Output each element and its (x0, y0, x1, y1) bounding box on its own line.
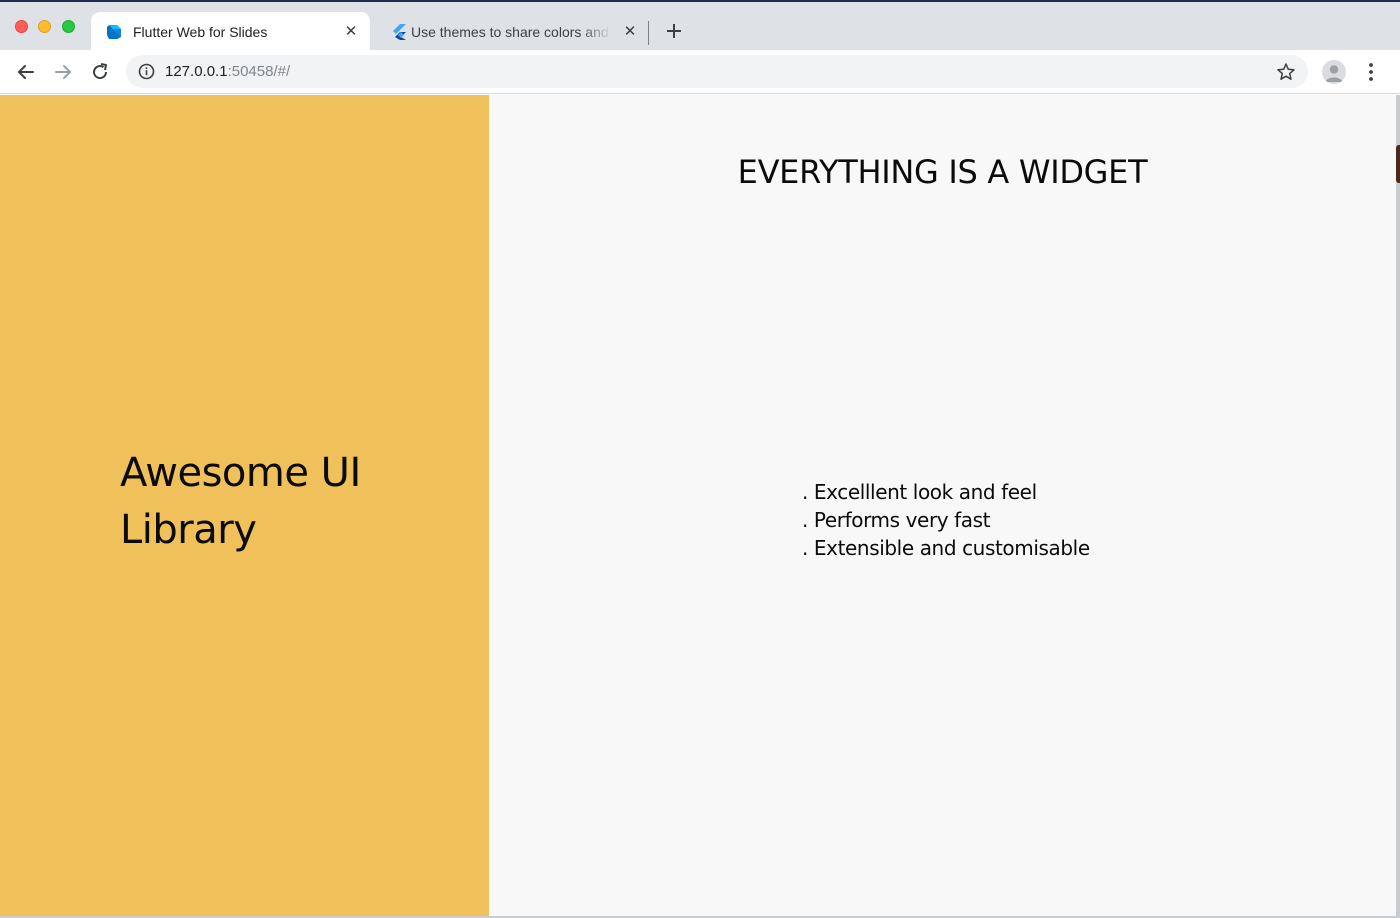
address-bar[interactable]: 127.0.0.1:50458/#/ (126, 55, 1308, 88)
dart-icon (107, 25, 121, 39)
tab-use-themes[interactable]: Use themes to share colors and font styl… (376, 12, 646, 52)
background-window-peek (1396, 145, 1400, 183)
profile-avatar-icon[interactable] (1322, 60, 1346, 84)
window-right-edge (1396, 95, 1400, 918)
bullet-item: . Performs very fast (802, 508, 991, 532)
tab-title: Use themes to share colors and font styl… (411, 24, 611, 40)
close-tab-icon[interactable]: ✕ (622, 24, 638, 40)
slide-left-title: Awesome UI Library (120, 450, 361, 553)
url-text: 127.0.0.1:50458/#/ (165, 63, 290, 80)
close-tab-icon[interactable]: ✕ (343, 24, 359, 40)
bullet-list: . Excelllent look and feel . Performs ve… (802, 478, 1090, 562)
bullet-item: . Extensible and customisable (802, 536, 1090, 560)
flutter-icon (393, 24, 406, 40)
tab-separator (648, 21, 649, 45)
close-window-button[interactable] (15, 20, 28, 33)
slide-heading: EVERYTHING IS A WIDGET (737, 153, 1148, 191)
url-host: 127.0.0.1 (165, 63, 228, 80)
bookmark-star-icon[interactable] (1276, 62, 1296, 82)
back-arrow-icon[interactable] (14, 60, 38, 84)
page-viewport: Awesome UI Library EVERYTHING IS A WIDGE… (0, 95, 1396, 916)
maximize-window-button[interactable] (62, 20, 75, 33)
tab-strip: Flutter Web for Slides ✕ Use themes to s… (0, 0, 1400, 52)
bullet-item: . Excelllent look and feel (802, 480, 1037, 504)
tab-flutter-web-for-slides[interactable]: Flutter Web for Slides ✕ (91, 12, 370, 52)
right-panel: EVERYTHING IS A WIDGET . Excelllent look… (489, 95, 1396, 916)
forward-arrow-icon[interactable] (51, 60, 75, 84)
new-tab-plus-icon[interactable] (663, 20, 685, 42)
url-path: :50458/#/ (227, 63, 291, 80)
reload-icon[interactable] (88, 60, 112, 84)
minimize-window-button[interactable] (38, 20, 51, 33)
left-panel: Awesome UI Library (0, 95, 489, 916)
more-menu-icon[interactable] (1360, 60, 1382, 84)
info-icon[interactable] (138, 63, 155, 80)
tab-title: Flutter Web for Slides (133, 24, 268, 40)
browser-toolbar: 127.0.0.1:50458/#/ (0, 50, 1400, 94)
